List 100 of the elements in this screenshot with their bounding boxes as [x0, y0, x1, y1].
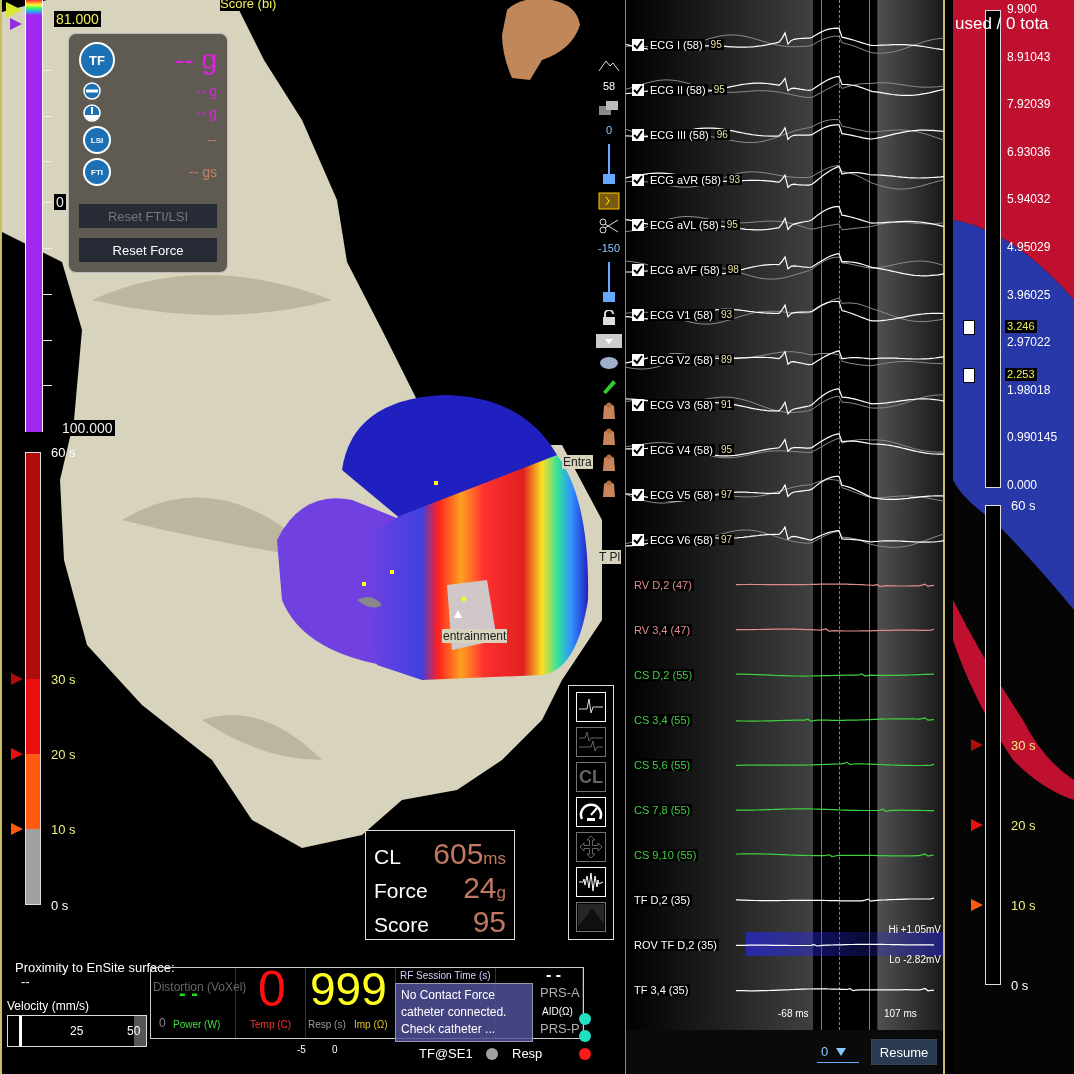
channel-label: ROV TF D,2 (35) — [632, 938, 719, 951]
metric-value: 605ms — [433, 837, 506, 871]
channel-checkbox[interactable] — [632, 353, 644, 366]
force-value: -- gs — [189, 164, 217, 180]
channel-value: 97 — [718, 534, 735, 545]
range-handle-icon[interactable] — [963, 368, 975, 383]
view-button[interactable] — [576, 867, 606, 897]
scale-value: 0.000 — [1007, 478, 1038, 492]
channel-checkbox[interactable] — [632, 488, 644, 501]
page-dropdown[interactable]: 0 — [817, 1041, 859, 1063]
torso-icon[interactable] — [600, 428, 618, 446]
time-label: 30 s — [51, 671, 76, 686]
layers-icon[interactable] — [598, 100, 620, 116]
metric-label: Force — [374, 879, 428, 903]
time-label: 60 s — [51, 444, 76, 460]
toolbar-readout: -150 — [598, 242, 620, 254]
channel-checkbox[interactable] — [632, 173, 644, 186]
velocity-slider[interactable]: 25 50 — [7, 1015, 147, 1047]
sphere-icon[interactable] — [599, 356, 619, 370]
channel-checkbox[interactable] — [632, 398, 644, 411]
map-label: entrainment — [442, 629, 508, 643]
aid-label: AID(Ω) — [542, 1006, 573, 1017]
resp-label: Resp (s) — [308, 1019, 346, 1030]
force-badge-icon: TF — [79, 42, 115, 78]
channel-value: 95 — [718, 444, 735, 455]
channel-checkbox[interactable] — [632, 83, 644, 96]
mountain-icon[interactable] — [598, 58, 620, 72]
channel-checkbox[interactable] — [632, 263, 644, 276]
lock-icon[interactable] — [602, 310, 616, 326]
rf-time-label: RF Session Time (s) — [400, 970, 491, 981]
torso-icon[interactable] — [600, 454, 618, 472]
time-marker-icon[interactable] — [11, 823, 23, 836]
window-marker-label: -68 ms — [778, 1008, 809, 1019]
resp-tick: 0 — [332, 1044, 338, 1055]
channel-label: ECG V4 (58) — [648, 443, 715, 456]
time-marker-icon[interactable] — [971, 739, 983, 751]
oscillation-icon — [579, 872, 603, 892]
reset-button[interactable]: Reset Force — [79, 238, 217, 262]
metric-value: 24g — [463, 871, 506, 905]
slider-handle-icon[interactable] — [602, 262, 616, 302]
catheter-image-icon — [578, 904, 604, 930]
channel-label: ECG III (58) — [648, 128, 711, 141]
channel-label: TF 3,4 (35) — [632, 983, 691, 996]
channel-label: ECG V5 (58) — [648, 488, 715, 501]
toolbar-readout: 58 — [602, 80, 616, 92]
temperature-label: Temp (C) — [250, 1019, 292, 1030]
aid-value: - - — [546, 966, 562, 984]
time-marker-icon[interactable] — [971, 898, 983, 911]
channel-value: 93 — [718, 309, 735, 320]
channel-checkbox[interactable] — [632, 443, 644, 456]
channel-label: RV 3,4 (47) — [632, 623, 693, 636]
view-button[interactable] — [576, 797, 606, 827]
scale-value: 6.93036 — [1007, 144, 1051, 159]
impedance-value: 999 — [310, 962, 387, 1016]
channel-label: RV D,2 (47) — [632, 578, 694, 591]
point-icon[interactable] — [598, 192, 620, 210]
channel-value: 89 — [718, 354, 735, 365]
time-label: 10 s — [51, 822, 76, 837]
scissors-icon[interactable] — [599, 218, 619, 234]
view-button[interactable] — [576, 692, 606, 722]
slider-handle-icon[interactable] — [602, 144, 616, 184]
channel-value: 97 — [718, 489, 735, 500]
scale-value: 1.98018 — [1007, 382, 1051, 397]
map-label: Entra — [562, 455, 593, 469]
channel-value: 93 — [726, 174, 743, 185]
pencil-icon[interactable] — [601, 378, 617, 394]
channel-checkbox[interactable] — [632, 308, 644, 321]
scale-marker-icon[interactable] — [10, 18, 22, 30]
channel-checkbox[interactable] — [632, 533, 644, 546]
torso-icon[interactable] — [600, 480, 618, 498]
channel-label: ECG V6 (58) — [648, 533, 715, 546]
channel-checkbox[interactable] — [632, 218, 644, 231]
high-threshold: Hi +1.05mV — [888, 924, 941, 935]
channel-label: CS 5,6 (55) — [632, 758, 693, 771]
channel-label: ECG V2 (58) — [648, 353, 715, 366]
gauge-icon — [579, 801, 603, 823]
range-handle-icon[interactable] — [963, 320, 975, 335]
force-value: -- g — [196, 83, 217, 99]
time-marker-icon[interactable] — [971, 819, 983, 831]
threshold-value: 3.246 — [1005, 320, 1037, 333]
time-marker-icon[interactable] — [11, 672, 23, 685]
channel-label: ECG II (58) — [648, 83, 708, 96]
slider-thumb[interactable] — [19, 1016, 23, 1046]
time-label: 0 s — [51, 897, 69, 913]
axial-force-icon — [83, 82, 101, 100]
time-marker-icon[interactable] — [11, 748, 23, 760]
torso-icon[interactable] — [600, 402, 618, 420]
scale-value: 8.91043 — [1007, 49, 1051, 64]
force-badge-icon: LSI — [83, 126, 111, 154]
scale-max-value: 81.000 — [54, 11, 101, 27]
scale-marker-icon[interactable] — [6, 2, 22, 18]
channel-value: 95 — [711, 84, 727, 95]
impedance-label: Imp (Ω) — [354, 1019, 388, 1030]
scale-value: 5.94032 — [1007, 192, 1051, 207]
channel-label: TF D,2 (35) — [632, 893, 693, 906]
channel-checkbox[interactable] — [632, 38, 644, 51]
channel-value: 91 — [718, 399, 735, 410]
channel-checkbox[interactable] — [632, 128, 644, 141]
resume-button[interactable]: Resume — [871, 1039, 937, 1065]
threshold-value: 2.253 — [1005, 368, 1037, 381]
